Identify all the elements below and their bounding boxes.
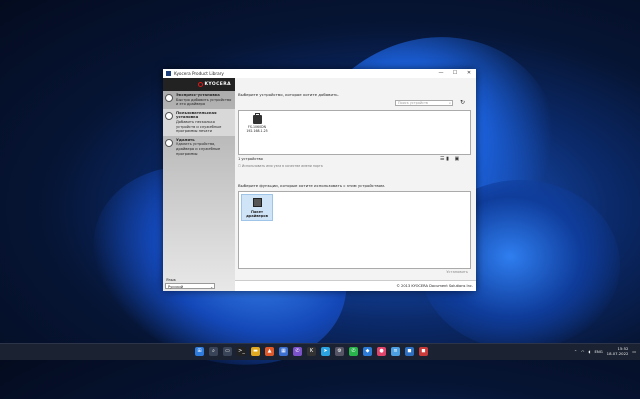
brand-name: KYOCERA xyxy=(204,82,231,87)
install-button[interactable]: Установить xyxy=(446,270,468,274)
close-button[interactable]: ✕ xyxy=(462,69,476,78)
language-indicator[interactable]: ENG xyxy=(594,349,602,354)
main-panel: Выберите устройство, которое хотите доба… xyxy=(235,78,476,291)
maximize-button[interactable]: ☐ xyxy=(448,69,462,78)
sidebar-item-remove[interactable]: Удалить Удалить устройства, драйвера и сл… xyxy=(163,136,235,158)
windows-icon[interactable]: ⊞ xyxy=(195,347,204,356)
explorer-icon[interactable]: ▬ xyxy=(251,347,260,356)
app-icon[interactable]: ● xyxy=(377,347,386,356)
device-tile[interactable]: FS-1060DN 192.168.1.25 xyxy=(245,113,269,134)
device-count: 1 устройство xyxy=(238,157,263,161)
tray-chevron-icon[interactable]: ⌃ xyxy=(574,349,577,354)
telegram-icon[interactable]: ➤ xyxy=(321,347,330,356)
brave-icon[interactable]: ▲ xyxy=(265,347,274,356)
notepad-icon[interactable]: ≡ xyxy=(391,347,400,356)
details-view-icon[interactable]: ▮ xyxy=(446,156,449,162)
language-value: Русский xyxy=(168,285,184,289)
clock[interactable]: 15:52 18.07.2022 xyxy=(607,346,629,356)
kyocera-icon[interactable]: K xyxy=(307,347,316,356)
sidebar-item-desc: Быстро добавить устройство и его драйвер… xyxy=(176,97,232,107)
whatsapp-icon[interactable]: ✆ xyxy=(349,347,358,356)
function-label: Пакет драйверов xyxy=(246,210,268,218)
chevron-down-icon: ⌄ xyxy=(210,285,213,289)
product-library-window: Kyocera Product Library — ☐ ✕ KYOCERA Эк… xyxy=(163,69,476,291)
notifications-icon[interactable]: ▭ xyxy=(632,349,636,354)
brand-logo: KYOCERA xyxy=(163,78,235,91)
vscode-icon[interactable]: ◆ xyxy=(363,347,372,356)
sidebar: KYOCERA Экспресс-установка Быстро добавит… xyxy=(163,78,235,291)
search-icon[interactable]: ⌕ xyxy=(209,347,218,356)
sidebar-item-title: Пользовательская установка xyxy=(176,109,217,120)
app2-icon[interactable]: ◼ xyxy=(405,347,414,356)
copyright-footer: © 2013 KYOCERA Document Solutions Inc. xyxy=(235,280,476,291)
sidebar-item-express[interactable]: Экспресс-установка Быстро добавить устрой… xyxy=(163,91,235,109)
printer-icon xyxy=(252,113,262,124)
driver-package-icon xyxy=(252,198,262,207)
refresh-icon[interactable]: ↻ xyxy=(460,99,467,106)
function-list: Пакет драйверов xyxy=(238,191,471,269)
device-prompt: Выберите устройство, которое хотите доба… xyxy=(238,92,339,97)
search-placeholder: Поиск устройств xyxy=(398,101,428,105)
view-toggle: ☰ ▮ ▣ xyxy=(440,156,459,162)
express-install-icon xyxy=(165,94,173,102)
volume-icon[interactable]: ◖ xyxy=(588,349,590,354)
list-view-icon[interactable]: ☰ xyxy=(440,156,444,162)
terminal-icon[interactable]: >_ xyxy=(237,347,246,356)
settings-icon[interactable]: ⚙ xyxy=(335,347,344,356)
minimize-button[interactable]: — xyxy=(434,69,448,78)
viber-icon[interactable]: ✆ xyxy=(293,347,302,356)
sidebar-item-custom[interactable]: Пользовательская установка Добавить неско… xyxy=(163,108,235,136)
language-select[interactable]: Русский ⌄ xyxy=(165,283,215,289)
taskview-icon[interactable]: ▭ xyxy=(223,347,232,356)
driver-package-tile[interactable]: Пакет драйверов xyxy=(241,194,273,221)
device-ip: 192.168.1.25 xyxy=(246,128,268,133)
taskbar: ⊞ ⌕ ▭ >_ ▬ ▲ ▦ ✆ K ➤ ⚙ ✆ ◆ ● ≡ ◼ ◼ ⌃ ◠ ◖ ENG 15:52 18.07… xyxy=(0,343,640,360)
wifi-icon[interactable]: ◠ xyxy=(581,349,584,354)
language-label: Язык xyxy=(166,277,176,282)
search-icon[interactable]: ⌕ xyxy=(449,101,451,106)
add-device-icon[interactable]: ▣ xyxy=(454,156,459,162)
function-prompt: Выберите функции, которые хотите использ… xyxy=(238,183,386,188)
custom-install-icon xyxy=(165,111,173,120)
sidebar-item-desc: Удалить устройства, драйвера и служебные… xyxy=(176,142,221,156)
kyocera-logo-icon xyxy=(198,82,204,87)
hostname-checkbox[interactable]: ☐ Использовать имя узла в качестве имени… xyxy=(238,164,323,168)
app3-icon[interactable]: ◼ xyxy=(419,347,428,356)
device-search-input[interactable]: Поиск устройств ⌕ xyxy=(395,100,453,106)
system-tray: ⌃ ◠ ◖ ENG 15:52 18.07.2022 ▭ xyxy=(574,346,636,356)
sidebar-item-desc: Добавить несколько устройств и служебные… xyxy=(176,119,222,134)
clock-date: 18.07.2022 xyxy=(606,351,629,356)
store-icon[interactable]: ▦ xyxy=(279,347,288,356)
taskbar-apps: ⊞ ⌕ ▭ >_ ▬ ▲ ▦ ✆ K ➤ ⚙ ✆ ◆ ● ≡ ◼ ◼ xyxy=(195,347,428,356)
device-list: FS-1060DN 192.168.1.25 xyxy=(238,110,471,155)
window-title: Kyocera Product Library xyxy=(174,71,224,76)
remove-icon xyxy=(165,138,173,147)
app-icon xyxy=(166,71,171,76)
hostname-label: Использовать имя узла в качестве имени п… xyxy=(241,164,323,168)
